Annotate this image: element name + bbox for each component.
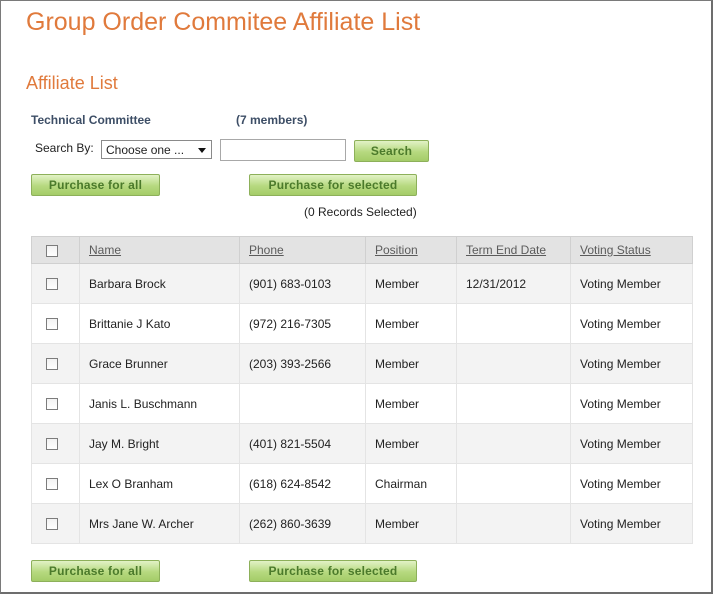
- chevron-down-icon: [198, 148, 206, 153]
- cell-name: Janis L. Buschmann: [79, 383, 240, 424]
- header-phone[interactable]: Phone: [239, 236, 366, 264]
- table-row: Lex O Branham (618) 624-8542 Chairman Vo…: [31, 463, 693, 504]
- header-voting-status-label[interactable]: Voting Status: [580, 243, 651, 257]
- header-term-end-date-label[interactable]: Term End Date: [466, 243, 546, 257]
- table-row: Brittanie J Kato (972) 216-7305 Member V…: [31, 303, 693, 344]
- cell-name: Brittanie J Kato: [79, 303, 240, 344]
- header-position-label[interactable]: Position: [375, 243, 418, 257]
- cell-position: Chairman: [365, 463, 457, 504]
- cell-position: Member: [365, 423, 457, 464]
- cell-voting-status: Voting Member: [570, 503, 693, 544]
- window-frame: Group Order Commitee Affiliate List Affi…: [0, 0, 713, 594]
- cell-term-end-date: [456, 503, 571, 544]
- row-select-cell: [31, 423, 80, 464]
- cell-name: Barbara Brock: [79, 263, 240, 304]
- row-select-cell: [31, 343, 80, 384]
- row-select-cell: [31, 383, 80, 424]
- cell-term-end-date: [456, 463, 571, 504]
- purchase-all-button-top[interactable]: Purchase for all: [31, 174, 160, 196]
- cell-position: Member: [365, 343, 457, 384]
- row-checkbox[interactable]: [46, 278, 58, 291]
- row-checkbox[interactable]: [46, 438, 58, 451]
- cell-voting-status: Voting Member: [570, 343, 693, 384]
- cell-term-end-date: [456, 383, 571, 424]
- cell-voting-status: Voting Member: [570, 303, 693, 344]
- select-all-checkbox[interactable]: [46, 244, 58, 257]
- row-checkbox[interactable]: [46, 518, 58, 531]
- row-select-cell: [31, 263, 80, 304]
- table-row: Mrs Jane W. Archer (262) 860-3639 Member…: [31, 503, 693, 544]
- cell-position: Member: [365, 503, 457, 544]
- cell-term-end-date: [456, 423, 571, 464]
- cell-term-end-date: [456, 343, 571, 384]
- row-checkbox[interactable]: [46, 478, 58, 491]
- section-title: Affiliate List: [26, 73, 118, 93]
- row-select-cell: [31, 503, 80, 544]
- row-select-cell: [31, 463, 80, 504]
- cell-voting-status: Voting Member: [570, 263, 693, 304]
- cell-phone: (972) 216-7305: [239, 303, 366, 344]
- cell-position: Member: [365, 383, 457, 424]
- search-input[interactable]: [220, 139, 346, 161]
- table-row: Janis L. Buschmann Member Voting Member: [31, 383, 693, 424]
- cell-position: Member: [365, 263, 457, 304]
- header-name[interactable]: Name: [79, 236, 240, 264]
- committee-name: Technical Committee: [31, 113, 151, 127]
- table-header-row: Name Phone Position Term End Date Voting…: [31, 236, 693, 264]
- cell-phone: [239, 383, 366, 424]
- purchase-selected-button-top[interactable]: Purchase for selected: [249, 174, 417, 196]
- cell-position: Member: [365, 303, 457, 344]
- header-name-label[interactable]: Name: [89, 243, 121, 257]
- cell-phone: (262) 860-3639: [239, 503, 366, 544]
- member-count: (7 members): [236, 113, 308, 127]
- search-by-select[interactable]: Choose one ...: [101, 140, 212, 159]
- cell-voting-status: Voting Member: [570, 383, 693, 424]
- purchase-all-button-bottom[interactable]: Purchase for all: [31, 560, 160, 582]
- cell-phone: (901) 683-0103: [239, 263, 366, 304]
- row-select-cell: [31, 303, 80, 344]
- search-by-label: Search By:: [35, 141, 94, 155]
- affiliate-table: Name Phone Position Term End Date Voting…: [31, 236, 693, 544]
- cell-phone: (618) 624-8542: [239, 463, 366, 504]
- table-row: Barbara Brock (901) 683-0103 Member 12/3…: [31, 263, 693, 304]
- header-term-end-date[interactable]: Term End Date: [456, 236, 571, 264]
- row-checkbox[interactable]: [46, 318, 58, 331]
- cell-term-end-date: 12/31/2012: [456, 263, 571, 304]
- cell-voting-status: Voting Member: [570, 423, 693, 464]
- table-row: Grace Brunner (203) 393-2566 Member Voti…: [31, 343, 693, 384]
- table-row: Jay M. Bright (401) 821-5504 Member Voti…: [31, 423, 693, 464]
- cell-phone: (203) 393-2566: [239, 343, 366, 384]
- cell-phone: (401) 821-5504: [239, 423, 366, 464]
- cell-name: Lex O Branham: [79, 463, 240, 504]
- header-position[interactable]: Position: [365, 236, 457, 264]
- purchase-selected-button-bottom[interactable]: Purchase for selected: [249, 560, 417, 582]
- search-button[interactable]: Search: [354, 140, 429, 162]
- cell-name: Grace Brunner: [79, 343, 240, 384]
- cell-name: Jay M. Bright: [79, 423, 240, 464]
- row-checkbox[interactable]: [46, 358, 58, 371]
- header-voting-status[interactable]: Voting Status: [570, 236, 693, 264]
- page-title: Group Order Commitee Affiliate List: [26, 8, 421, 36]
- select-all-cell: [31, 236, 80, 264]
- cell-voting-status: Voting Member: [570, 463, 693, 504]
- records-selected-count: (0 Records Selected): [304, 205, 417, 219]
- header-phone-label[interactable]: Phone: [249, 243, 284, 257]
- row-checkbox[interactable]: [46, 398, 58, 411]
- search-by-select-value: Choose one ...: [106, 143, 185, 157]
- cell-name: Mrs Jane W. Archer: [79, 503, 240, 544]
- cell-term-end-date: [456, 303, 571, 344]
